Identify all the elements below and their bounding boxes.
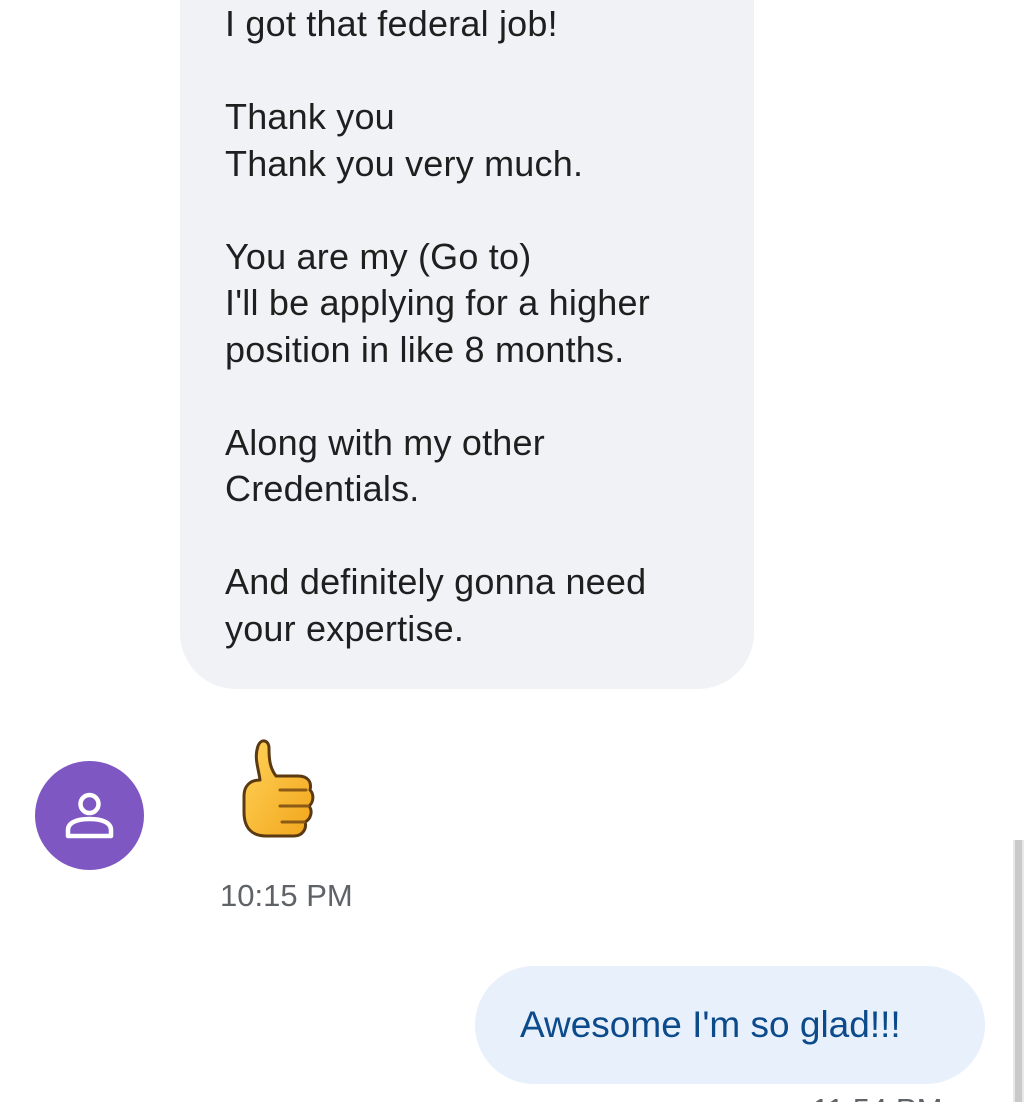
scrollbar[interactable] — [1013, 840, 1024, 1102]
message-line: Thank you very much. — [225, 142, 584, 184]
outgoing-message-bubble[interactable]: Awesome I'm so glad!!! — [475, 966, 985, 1084]
scrollbar-thumb[interactable] — [1015, 840, 1022, 1102]
person-icon — [65, 792, 114, 839]
message-line: Thank you — [225, 96, 395, 137]
message-line: And definitely gonna need — [225, 561, 647, 602]
message-line: Credentials. — [225, 468, 420, 509]
incoming-timestamp: 10:15 PM — [220, 878, 353, 913]
message-line — [225, 513, 745, 560]
conversation-screen: Hey I got that federal job! Thank you Th… — [0, 0, 1024, 1102]
message-line: your expertise. — [225, 607, 465, 649]
message-line — [225, 187, 745, 234]
contact-avatar[interactable] — [35, 761, 144, 870]
outgoing-message-text: Awesome I'm so glad!!! — [520, 1004, 901, 1045]
incoming-message-bubble[interactable]: I got that federal job! Thank you Thank … — [180, 0, 754, 689]
message-line: I got that federal job! — [225, 3, 558, 44]
thumbs-up-emoji-icon[interactable] — [236, 736, 316, 844]
message-line — [225, 373, 745, 420]
message-line: Along with my other — [225, 421, 545, 463]
message-line: You are my (Go to) — [225, 235, 532, 277]
message-line: I'll be applying for a higher — [225, 282, 650, 323]
message-line: position in like 8 months. — [225, 328, 625, 370]
outgoing-timestamp: 11:54 PM — [812, 1090, 942, 1102]
incoming-message-text: I got that federal job! Thank you Thank … — [225, 1, 745, 652]
message-line — [225, 48, 745, 95]
